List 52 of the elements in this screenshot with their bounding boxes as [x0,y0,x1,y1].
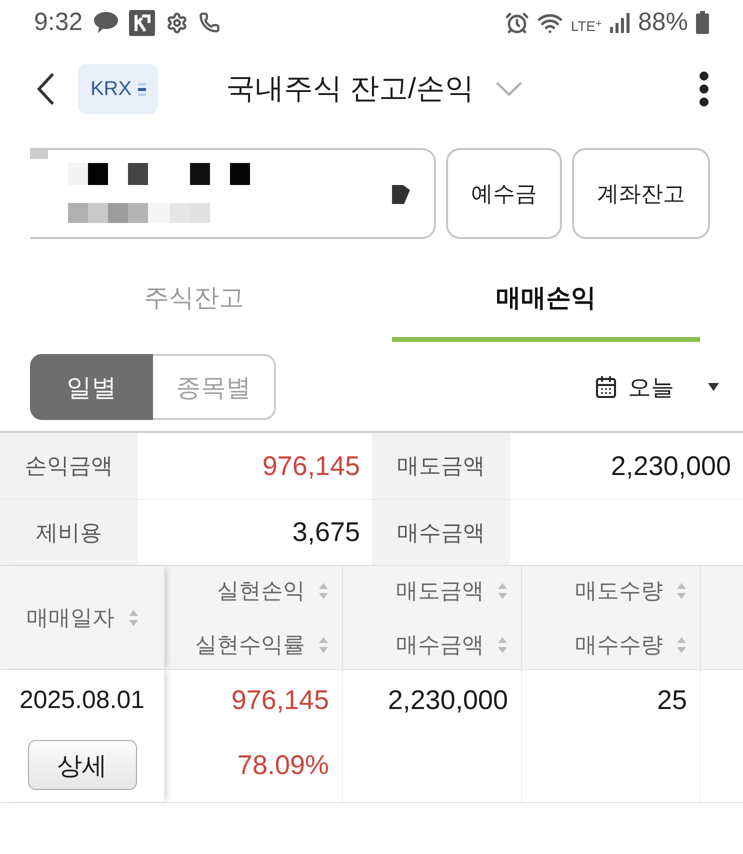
table-cell-text: 976,145 [231,684,329,717]
more-options-icon[interactable] [699,71,709,107]
sort-icon [498,637,507,653]
sort-icon [319,637,328,653]
summary-label: 매도금액 [372,433,510,499]
phone-icon [198,12,220,33]
summary-value: 3,675 [292,519,360,546]
column-header[interactable]: 매도금액 [396,571,507,611]
summary-label: 손익금액 [0,433,138,499]
table-cell-text: 2,230,000 [388,684,508,717]
page-title: 국내주식 잔고/손익 [226,74,474,104]
sort-icon [677,637,686,653]
summary-label: 제비용 [0,499,138,565]
column-header[interactable]: 매수금액 [396,625,507,665]
back-icon[interactable] [36,73,54,105]
settings-icon [166,12,188,34]
sort-icon [498,583,507,599]
app-tile-icon [128,10,155,36]
signal-icon [610,12,630,32]
battery-percent: 88% [638,10,688,35]
sort-icon [128,610,138,626]
calendar-icon [594,375,618,399]
table-cell-text: 78.09% [237,749,329,782]
column-header[interactable]: 실현수익률 [195,625,328,665]
alarm-icon [504,10,529,34]
status-time: 9:32 [34,10,83,35]
detail-button[interactable]: 상세 [28,740,136,790]
dash-icon [138,82,146,96]
network-type: LTE$^{+}$ [570,18,602,32]
tab[interactable]: 매매손익 [392,258,700,342]
summary-value: 2,230,000 [610,452,731,480]
battery-icon [696,11,709,34]
column-header[interactable]: 매도수량 [575,571,686,611]
sort-icon [319,583,328,599]
chat-bubble-icon [94,12,118,33]
sort-icon [677,583,686,599]
column-header[interactable]: 매매일자 [26,598,138,638]
account-selector[interactable] [30,148,436,239]
column-header[interactable]: 실현손익 [217,571,328,611]
summary-value: 976,145 [262,452,360,480]
account-action-button[interactable]: 계좌잔고 [572,148,710,239]
table-cell-text: 2025.08.01 [19,685,145,716]
column-header[interactable]: 매수수량 [575,625,686,665]
tab[interactable]: 주식잔고 [40,258,348,342]
date-filter-button[interactable]: 오늘 [594,372,674,402]
account-action-button[interactable]: 예수금 [446,148,562,239]
view-toggle-segment[interactable]: 일별 [30,354,153,420]
caret-icon [392,184,410,204]
table-cell-text: 25 [656,684,687,717]
exchange-badge[interactable]: KRX [78,64,158,114]
summary-label: 매수금액 [372,499,510,565]
dropdown-caret-icon[interactable] [708,383,719,391]
